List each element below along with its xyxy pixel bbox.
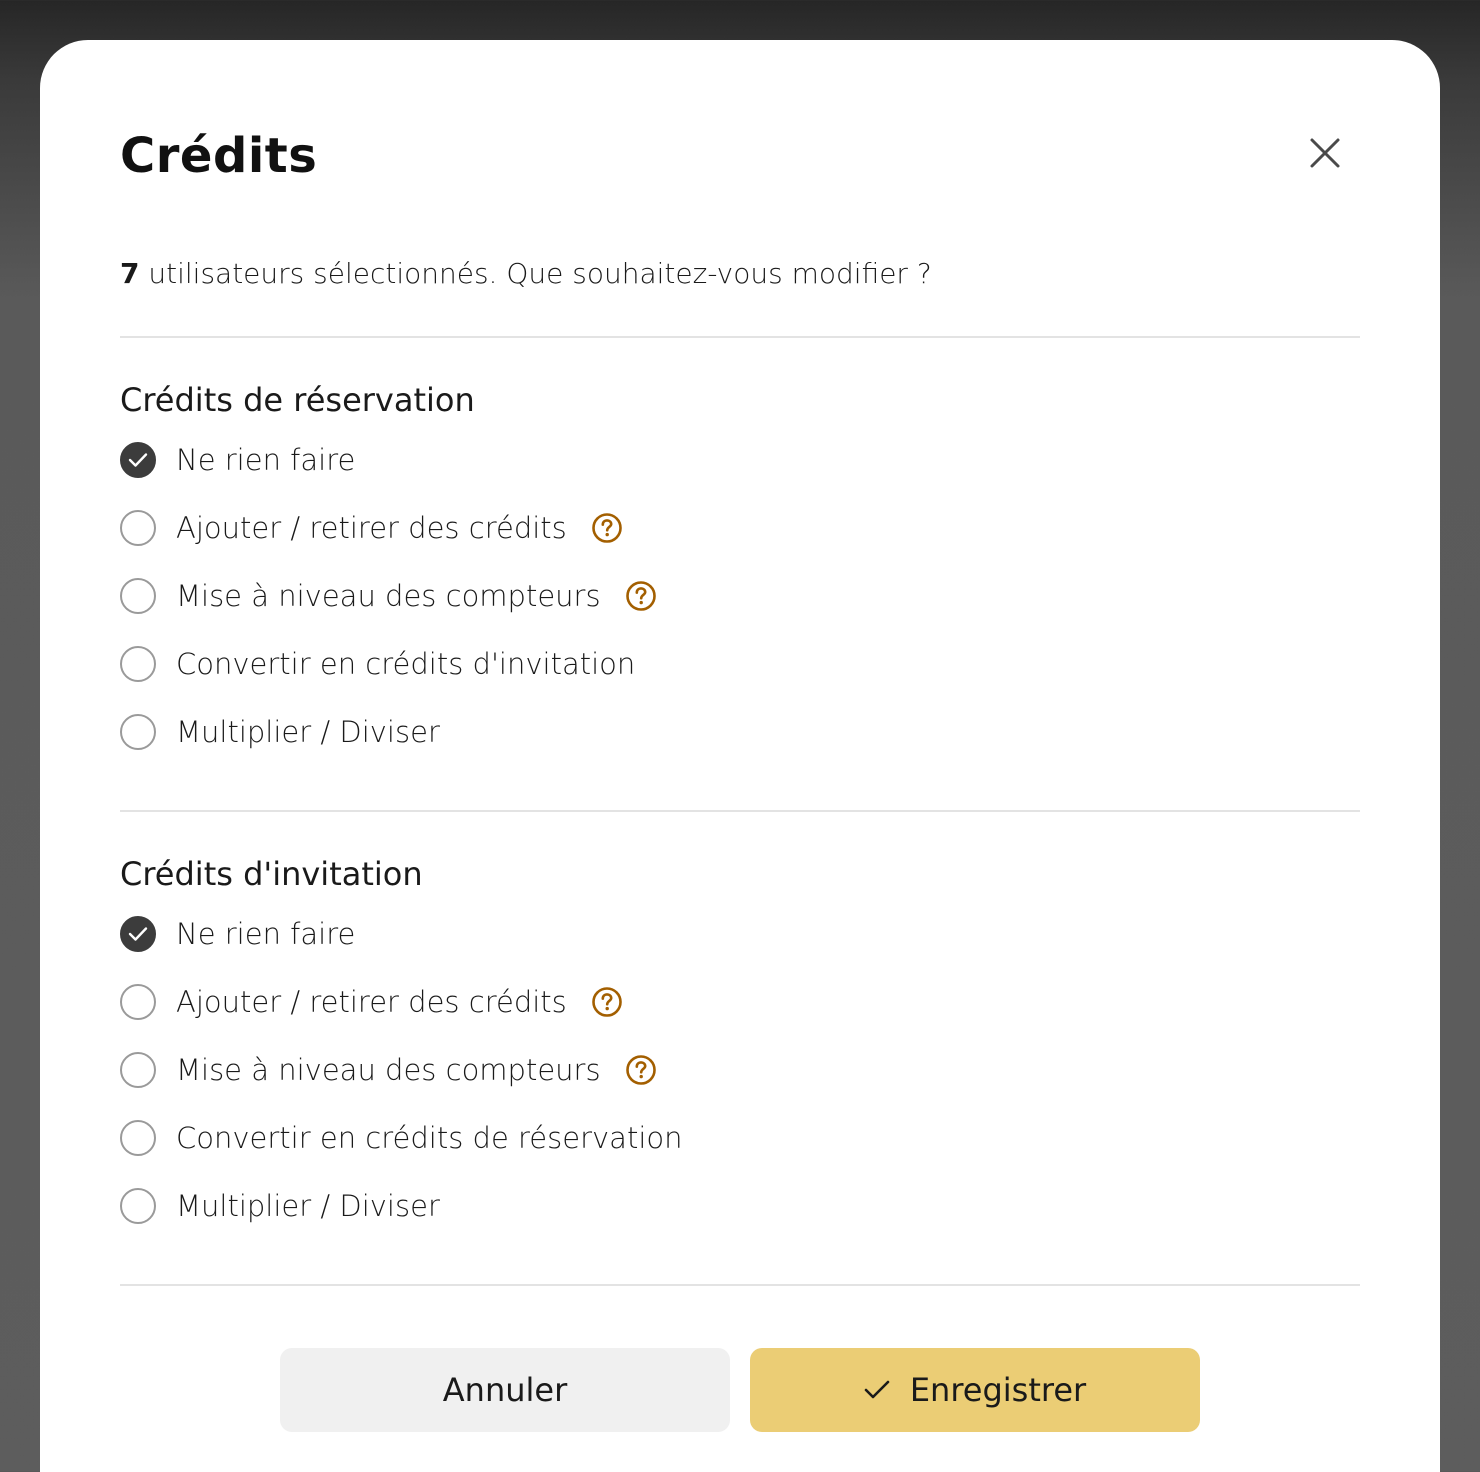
option-label: Mise à niveau des compteurs [176, 1053, 601, 1087]
option-label: Convertir en crédits d'invitation [176, 647, 636, 681]
save-button-label: Enregistrer [909, 1371, 1087, 1409]
radio-option-invitation-convert[interactable]: Convertir en crédits de réservation [120, 1116, 683, 1160]
radio-option-reservation-add-remove[interactable]: Ajouter / retirer des crédits [120, 506, 623, 550]
option-label: Multiplier / Diviser [176, 1189, 440, 1223]
check-icon [864, 1380, 890, 1400]
radio-unchecked[interactable] [120, 1188, 156, 1224]
radio-option-invitation-multiply[interactable]: Multiplier / Diviser [120, 1184, 440, 1228]
radio-option-invitation-nothing[interactable]: Ne rien faire [120, 912, 355, 956]
cancel-button[interactable]: Annuler [280, 1348, 730, 1432]
radio-unchecked[interactable] [120, 984, 156, 1020]
radio-unchecked[interactable] [120, 1120, 156, 1156]
help-icon[interactable] [625, 1054, 657, 1086]
option-label: Multiplier / Diviser [176, 715, 440, 749]
close-icon [1310, 138, 1340, 168]
selected-count: 7 [120, 257, 140, 290]
selection-summary: 7 utilisateurs sélectionnés. Que souhait… [120, 254, 932, 294]
help-icon[interactable] [591, 986, 623, 1018]
radio-checked[interactable] [120, 916, 156, 952]
radio-option-reservation-nothing[interactable]: Ne rien faire [120, 438, 355, 482]
credits-modal: Crédits 7 utilisateurs sélectionnés. Que… [40, 40, 1440, 1472]
divider [120, 1284, 1360, 1286]
radio-option-reservation-convert[interactable]: Convertir en crédits d'invitation [120, 642, 635, 686]
radio-unchecked[interactable] [120, 714, 156, 750]
option-label: Ajouter / retirer des crédits [176, 511, 567, 545]
radio-unchecked[interactable] [120, 578, 156, 614]
selection-question: utilisateurs sélectionnés. Que souhaitez… [139, 257, 932, 290]
option-label: Mise à niveau des compteurs [176, 579, 601, 613]
check-icon [128, 927, 148, 941]
radio-unchecked[interactable] [120, 510, 156, 546]
radio-unchecked[interactable] [120, 646, 156, 682]
section-title-reservation: Crédits de réservation [120, 381, 475, 419]
option-label: Ne rien faire [176, 917, 356, 951]
modal-title: Crédits [120, 128, 318, 184]
option-label: Ajouter / retirer des crédits [176, 985, 567, 1019]
section-title-invitation: Crédits d'invitation [120, 855, 423, 893]
save-button[interactable]: Enregistrer [750, 1348, 1200, 1432]
option-label: Ne rien faire [176, 443, 356, 477]
radio-option-invitation-add-remove[interactable]: Ajouter / retirer des crédits [120, 980, 623, 1024]
divider [120, 810, 1360, 812]
radio-checked[interactable] [120, 442, 156, 478]
help-icon[interactable] [591, 512, 623, 544]
option-label: Convertir en crédits de réservation [176, 1121, 683, 1155]
radio-option-invitation-upgrade-counters[interactable]: Mise à niveau des compteurs [120, 1048, 657, 1092]
radio-option-reservation-multiply[interactable]: Multiplier / Diviser [120, 710, 440, 754]
radio-unchecked[interactable] [120, 1052, 156, 1088]
divider [120, 336, 1360, 338]
close-button[interactable] [1302, 130, 1348, 176]
radio-option-reservation-upgrade-counters[interactable]: Mise à niveau des compteurs [120, 574, 657, 618]
help-icon[interactable] [625, 580, 657, 612]
cancel-button-label: Annuler [442, 1371, 568, 1409]
check-icon [128, 453, 148, 467]
